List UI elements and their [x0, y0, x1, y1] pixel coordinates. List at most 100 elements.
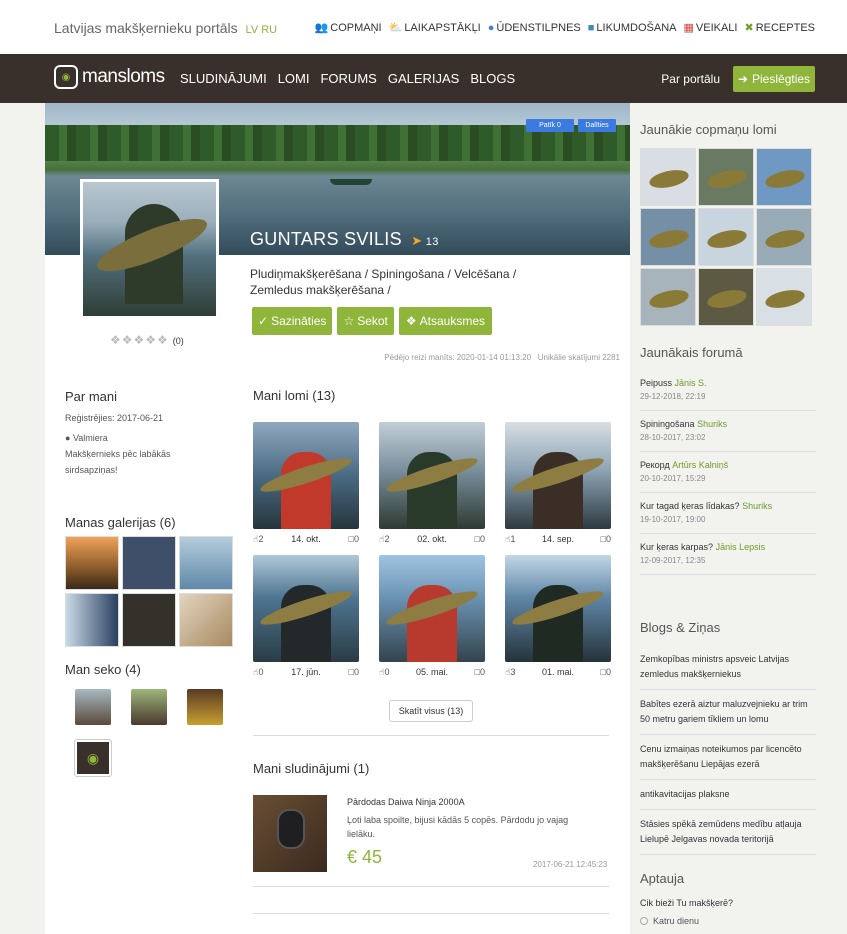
login-button[interactable]: ➜ Pieslēgties [733, 66, 815, 92]
catch-photo[interactable] [253, 555, 359, 662]
comment-count[interactable]: □0 [475, 667, 485, 677]
latest-catch-thumb[interactable] [640, 268, 696, 326]
forum-user[interactable]: Jānis Lepsis [716, 542, 766, 552]
comment-count[interactable]: □0 [349, 534, 359, 544]
rating-stars[interactable]: ❖❖❖❖❖ (0) [110, 333, 184, 347]
blog-item[interactable]: Cenu izmaiņas noteikumos par licencēto m… [640, 735, 816, 780]
latest-catch-thumb[interactable] [698, 268, 754, 326]
ad-title[interactable]: Pārdodas Daiwa Ninja 2000A [347, 797, 465, 807]
catch-photo[interactable] [253, 422, 359, 529]
reviews-button[interactable]: ❖ Atsauksmes [398, 307, 493, 335]
people-icon: 👥 [314, 22, 329, 34]
nav-galleries[interactable]: GALERIJAS [388, 71, 460, 86]
top-link-label: RECEPTES [755, 21, 815, 34]
blog-item[interactable]: Zemkopības ministrs apsveic Latvijas zem… [640, 645, 816, 690]
catch-photo[interactable] [505, 555, 611, 662]
gallery-thumb[interactable] [65, 536, 119, 590]
like-count[interactable]: ☝0 [253, 667, 264, 678]
forum-item[interactable]: Spiningošana Shuriks 28-10-2017, 23:02 [640, 411, 816, 452]
top-link-copmani[interactable]: 👥 COPMAŅI [314, 21, 382, 35]
nav-catches[interactable]: LOMI [278, 71, 310, 86]
radio-button[interactable] [640, 917, 648, 925]
top-link-waters[interactable]: ● ŪDENSTILPNES [488, 21, 581, 34]
catch-photo[interactable] [505, 422, 611, 529]
bio-text: Makšķernieks pēc labākās sirdsapziņas! [65, 449, 171, 475]
weather-icon: ⛅ [388, 22, 403, 34]
catch-date: 14. okt. [291, 534, 321, 544]
divider [253, 913, 609, 914]
top-link-shops[interactable]: ▦ VEIKALI [683, 21, 738, 35]
latest-catch-thumb[interactable] [698, 208, 754, 266]
latest-catch-thumb[interactable] [640, 208, 696, 266]
ad-photo[interactable] [253, 795, 327, 872]
forum-user[interactable]: Shuriks [742, 501, 772, 511]
facebook-like-button[interactable]: Patīk 0 [526, 119, 574, 132]
latest-catch-thumb[interactable] [756, 268, 812, 326]
language-switch[interactable]: LV RU [246, 24, 278, 36]
default-avatar-logo-icon[interactable]: ◉ [74, 739, 112, 777]
nav-blogs[interactable]: BLOGS [470, 71, 515, 86]
top-link-law[interactable]: ■ LIKUMDOŠANA [588, 21, 677, 34]
like-count[interactable]: ☝2 [379, 534, 390, 545]
blog-item[interactable]: Babītes ezerā aiztur maluzvejnieku ar tr… [640, 690, 816, 735]
comment-count[interactable]: □0 [601, 667, 611, 677]
follow-button[interactable]: ☆ Sekot [337, 307, 394, 335]
comment-count-value: 0 [353, 534, 359, 544]
site-logo[interactable]: ◉ mansloms [54, 65, 165, 89]
forum-user[interactable]: Artūrs Kalniņš [672, 460, 728, 470]
latest-catch-thumb[interactable] [640, 148, 696, 206]
cart-icon: ▦ [683, 22, 694, 34]
latest-catch-thumb[interactable] [698, 148, 754, 206]
gallery-thumb[interactable] [122, 593, 176, 647]
about-portal-link[interactable]: Par portālu [661, 72, 720, 86]
comment-count-value: 0 [605, 667, 611, 677]
forum-item[interactable]: Peipuss Jānis S. 29-12-2018, 22:19 [640, 370, 816, 411]
nav-forum[interactable]: FORUMS [320, 71, 376, 86]
login-icon: ➜ [737, 72, 749, 86]
follower-avatar[interactable] [187, 689, 223, 725]
facebook-share-button[interactable]: Dalīties [578, 119, 616, 132]
like-count[interactable]: ☝0 [379, 667, 390, 678]
blogs-title: Blogs & Ziņas [640, 620, 721, 635]
ad-date: 2017-06-21 12:45:23 [533, 860, 608, 869]
nav-ads[interactable]: SLUDINĀJUMI [180, 71, 267, 86]
forum-topic: Peipuss [640, 378, 673, 388]
forum-user[interactable]: Jānis S. [675, 378, 707, 388]
show-all-catches-button[interactable]: Skatīt visus (13) [389, 700, 473, 722]
comment-count[interactable]: □0 [601, 534, 611, 544]
forum-item[interactable]: Kur tagad ķeras līdakas? Shuriks 19-10-20… [640, 493, 816, 534]
catch-photo[interactable] [379, 422, 485, 529]
gallery-thumb[interactable] [179, 593, 233, 647]
forum-item[interactable]: Kur ķeras karpas? Jānis Lepsis 12-09-2017… [640, 534, 816, 575]
latest-catches-grid [640, 148, 812, 326]
top-link-recipes[interactable]: ✖ RECEPTES [744, 21, 815, 35]
follower-avatar[interactable] [75, 689, 111, 725]
galleries-title: Manas galerijas (6) [65, 515, 176, 530]
like-count[interactable]: ☝1 [505, 534, 516, 545]
blog-item[interactable]: Stāsies spēkā zemūdens medību atļauja Li… [640, 810, 816, 855]
comment-count[interactable]: □0 [349, 667, 359, 677]
forum-item[interactable]: Рекорд Artūrs Kalniņš 20-10-2017, 15:29 [640, 452, 816, 493]
follower-avatar[interactable] [131, 689, 167, 725]
like-count[interactable]: ☝3 [505, 667, 516, 678]
forum-topic: Kur tagad ķeras līdakas? [640, 501, 740, 511]
gallery-thumb[interactable] [65, 593, 119, 647]
comment-count[interactable]: □0 [475, 534, 485, 544]
catch-date: 02. okt. [417, 534, 447, 544]
comment-count-value: 0 [479, 534, 485, 544]
forum-user[interactable]: Shuriks [697, 419, 727, 429]
blog-item[interactable]: antikavitacijas plaksne [640, 780, 816, 810]
latest-catch-thumb[interactable] [756, 208, 812, 266]
gallery-thumb[interactable] [122, 536, 176, 590]
top-link-weather[interactable]: ⛅ LAIKAPSTĀKĻI [388, 21, 481, 35]
contact-button[interactable]: ✓ Sazināties [252, 307, 333, 335]
latest-catch-thumb[interactable] [756, 148, 812, 206]
divider [253, 886, 609, 887]
forum-date: 28-10-2017, 23:02 [640, 433, 706, 442]
poll-option[interactable]: Katru dienu [640, 916, 699, 926]
cover-boat [330, 179, 372, 185]
top-links: 👥 COPMAŅI ⛅ LAIKAPSTĀKĻI ● ŪDENSTILPNES ■ LI… [314, 21, 815, 35]
gallery-thumb[interactable] [179, 536, 233, 590]
like-count[interactable]: ☝2 [253, 534, 264, 545]
catch-photo[interactable] [379, 555, 485, 662]
